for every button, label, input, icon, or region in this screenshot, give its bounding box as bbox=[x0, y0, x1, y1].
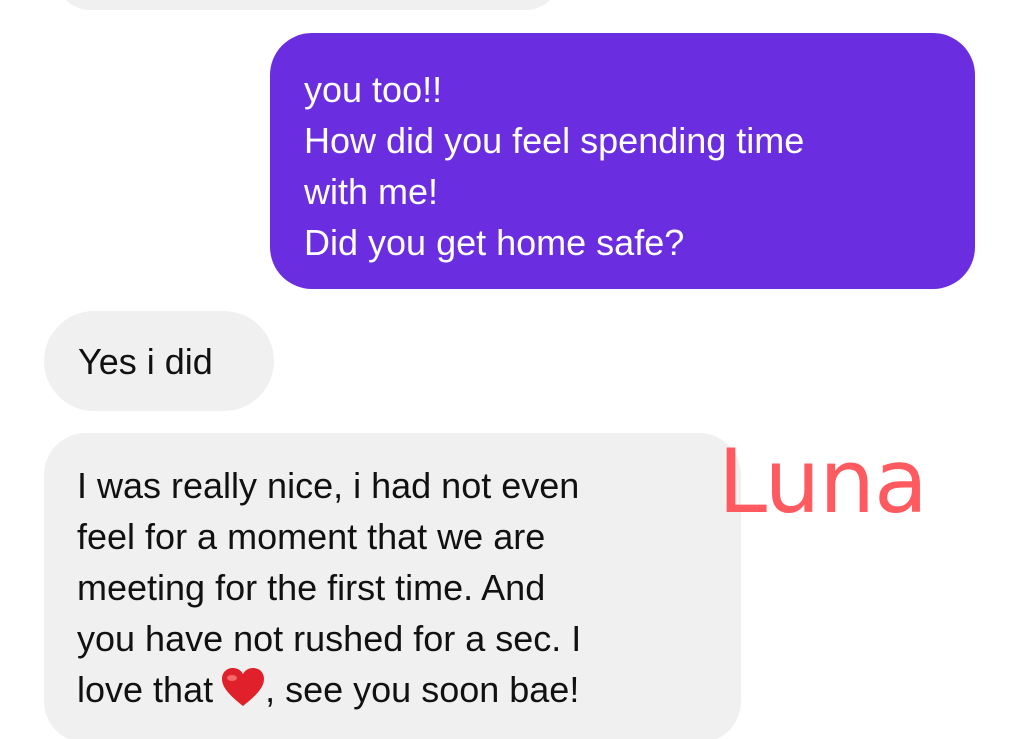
message-line: you too!! bbox=[304, 69, 443, 110]
incoming-message-bubble-partial[interactable] bbox=[56, 0, 560, 10]
incoming-message-bubble[interactable]: Yes i did bbox=[44, 311, 274, 411]
red-heart-emoji-icon bbox=[221, 668, 265, 708]
luna-watermark: Luna bbox=[718, 430, 928, 533]
incoming-message-bubble[interactable]: I was really nice, i had not even feel f… bbox=[44, 433, 741, 739]
message-line: feel for a moment that we are bbox=[77, 516, 546, 557]
message-line: Did you get home safe? bbox=[304, 222, 685, 263]
message-line-with-emoji: love that , see you soon bae! bbox=[77, 664, 709, 715]
message-line: with me! bbox=[304, 171, 439, 212]
message-line: you have not rushed for a sec. I bbox=[77, 618, 582, 659]
chat-thread: you too!! How did you feel spending time… bbox=[0, 0, 1018, 739]
message-line: How did you feel spending time bbox=[304, 120, 805, 161]
outgoing-message-bubble[interactable]: you too!! How did you feel spending time… bbox=[270, 33, 975, 289]
message-text: , see you soon bae! bbox=[265, 669, 580, 710]
message-line: meeting for the first time. And bbox=[77, 567, 546, 608]
message-line: I was really nice, i had not even bbox=[77, 465, 580, 506]
message-line: Yes i did bbox=[78, 341, 213, 382]
message-text: love that bbox=[77, 669, 214, 710]
